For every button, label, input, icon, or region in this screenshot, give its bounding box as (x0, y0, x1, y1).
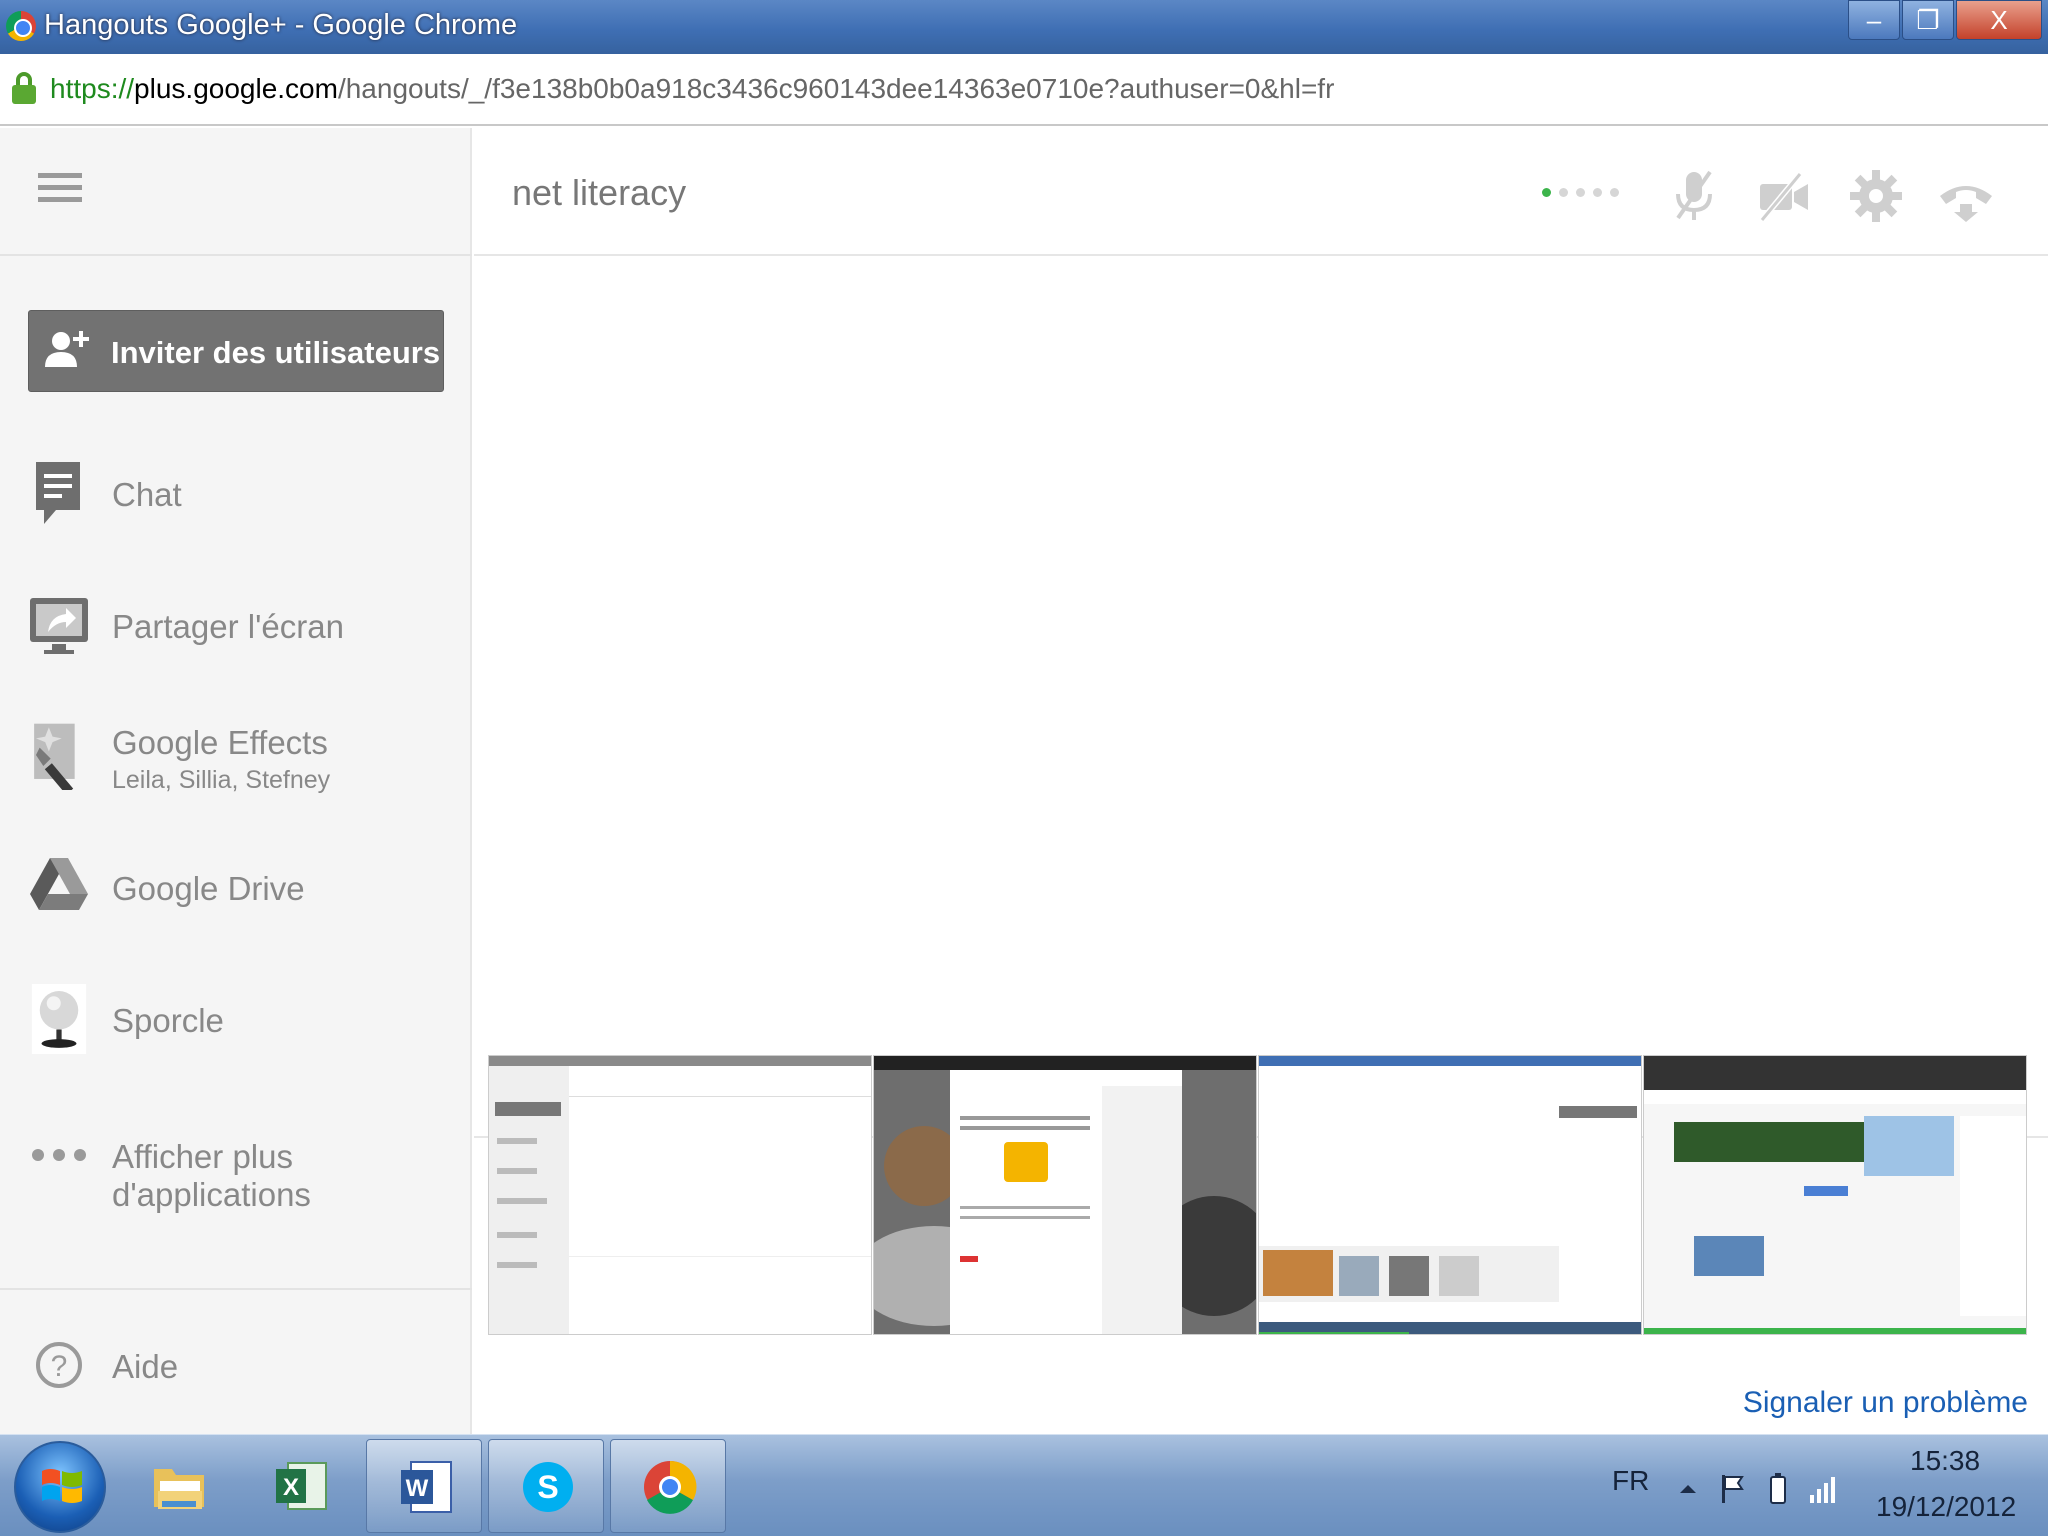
sidebar-item-label: Sporcle (112, 1002, 224, 1039)
language-indicator[interactable]: FR (1612, 1465, 1649, 1497)
sidebar-item-label: Afficher plus d'applications (112, 1138, 311, 1213)
maximize-button[interactable]: ❐ (1902, 0, 1954, 40)
clock-date[interactable]: 19/12/2012 (1876, 1491, 2016, 1523)
word-icon: W (401, 1461, 452, 1513)
lock-icon[interactable] (12, 72, 36, 104)
svg-text:?: ? (51, 1350, 68, 1383)
video-stage (474, 258, 2048, 1138)
sidebar-item-label: Google Drive (112, 870, 305, 907)
more-dots-icon (32, 1149, 86, 1161)
excel-icon: X (276, 1462, 327, 1510)
taskbar-word[interactable]: W (366, 1439, 482, 1533)
window-title-bar: Hangouts Google+ - Google Chrome – ❐ X (0, 0, 2048, 54)
call-title: net literacy (512, 172, 687, 213)
svg-text:S: S (537, 1469, 558, 1505)
battery-icon[interactable] (1762, 1471, 1794, 1505)
invite-users-label: Inviter des utilisateurs (111, 335, 441, 370)
chat-icon (36, 462, 80, 524)
effects-subtitle: Leila, Sillia, Stefney (112, 766, 331, 794)
invite-users-button[interactable]: Inviter des utilisateurs (28, 310, 444, 392)
window-controls: – ❐ X (1846, 0, 2042, 40)
taskbar-explorer[interactable] (120, 1439, 236, 1533)
camera-off-icon[interactable] (1754, 166, 1814, 226)
participant-thumbnail[interactable] (488, 1055, 872, 1335)
person-add-icon (45, 331, 89, 367)
sidebar-item-more-apps[interactable]: Afficher plus d'applications (0, 1100, 472, 1213)
sidebar-item-label: Chat (112, 476, 182, 513)
close-button[interactable]: X (1956, 0, 2042, 40)
sidebar-item-label: Google Effects (112, 724, 328, 761)
chrome-app-icon (6, 11, 36, 41)
taskbar-excel[interactable]: X (242, 1439, 358, 1533)
start-button[interactable] (14, 1441, 106, 1533)
mic-muted-icon[interactable] (1664, 166, 1724, 226)
url-path: /hangouts/_/f3e138b0b0a918c3436c960143de… (337, 73, 1335, 104)
call-header: net literacy (474, 128, 2048, 256)
url-host: plus.google.com (134, 73, 338, 104)
drive-icon (30, 858, 88, 910)
globe-icon (31, 984, 87, 1054)
folder-icon (154, 1469, 204, 1509)
windows-taskbar: X W S FR 15:38 19/12/2012 (0, 1434, 2048, 1536)
clock-time[interactable]: 15:38 (1910, 1445, 1980, 1477)
action-center-flag-icon[interactable] (1716, 1471, 1748, 1505)
address-bar[interactable]: https://plus.google.com/hangouts/_/f3e13… (0, 54, 2048, 126)
hangout-sidebar: Inviter des utilisateurs Chat Partager l… (0, 128, 472, 1434)
sidebar-item-help[interactable]: ? Aide (0, 1310, 472, 1420)
svg-text:X: X (283, 1474, 299, 1501)
help-icon: ? (36, 1342, 82, 1388)
url-scheme: https:// (50, 73, 135, 104)
windows-logo-icon (42, 1469, 82, 1503)
sidebar-divider (0, 254, 472, 256)
taskbar-chrome[interactable] (610, 1439, 726, 1533)
sidebar-item-google-effects[interactable]: Google Effects Leila, Sillia, Stefney (0, 700, 472, 810)
screenshare-icon (30, 598, 88, 654)
connection-quality-indicator (1542, 188, 1627, 197)
menu-icon[interactable] (38, 173, 82, 209)
sidebar-item-label: Aide (112, 1348, 179, 1385)
svg-text:W: W (406, 1475, 429, 1502)
sidebar-item-label: Partager l'écran (112, 608, 344, 645)
hangout-main: net literacy Signaler un problème (474, 128, 2048, 1434)
sidebar-item-google-drive[interactable]: Google Drive (0, 832, 472, 942)
participant-thumbnail[interactable] (1258, 1055, 1642, 1335)
sidebar-divider (0, 1288, 472, 1290)
participant-thumbnail[interactable] (873, 1055, 1257, 1335)
chrome-icon (644, 1460, 697, 1514)
participant-thumbnail[interactable] (1643, 1055, 2027, 1335)
sidebar-item-share-screen[interactable]: Partager l'écran (0, 570, 472, 680)
hang-up-icon[interactable] (1936, 166, 1996, 226)
sidebar-item-chat[interactable]: Chat (0, 438, 472, 548)
taskbar-skype[interactable]: S (488, 1439, 604, 1533)
effects-wand-icon (34, 723, 75, 790)
network-signal-icon[interactable] (1808, 1471, 1840, 1505)
sidebar-item-sporcle[interactable]: Sporcle (0, 964, 472, 1074)
minimize-button[interactable]: – (1848, 0, 1900, 40)
skype-icon: S (523, 1462, 573, 1512)
report-problem-link[interactable]: Signaler un problème (1743, 1386, 2028, 1420)
settings-gear-icon[interactable] (1846, 166, 1906, 226)
window-title: Hangouts Google+ - Google Chrome (44, 9, 518, 41)
url-text[interactable]: https://plus.google.com/hangouts/_/f3e13… (50, 73, 1334, 105)
show-hidden-icons-icon[interactable] (1672, 1471, 1704, 1505)
